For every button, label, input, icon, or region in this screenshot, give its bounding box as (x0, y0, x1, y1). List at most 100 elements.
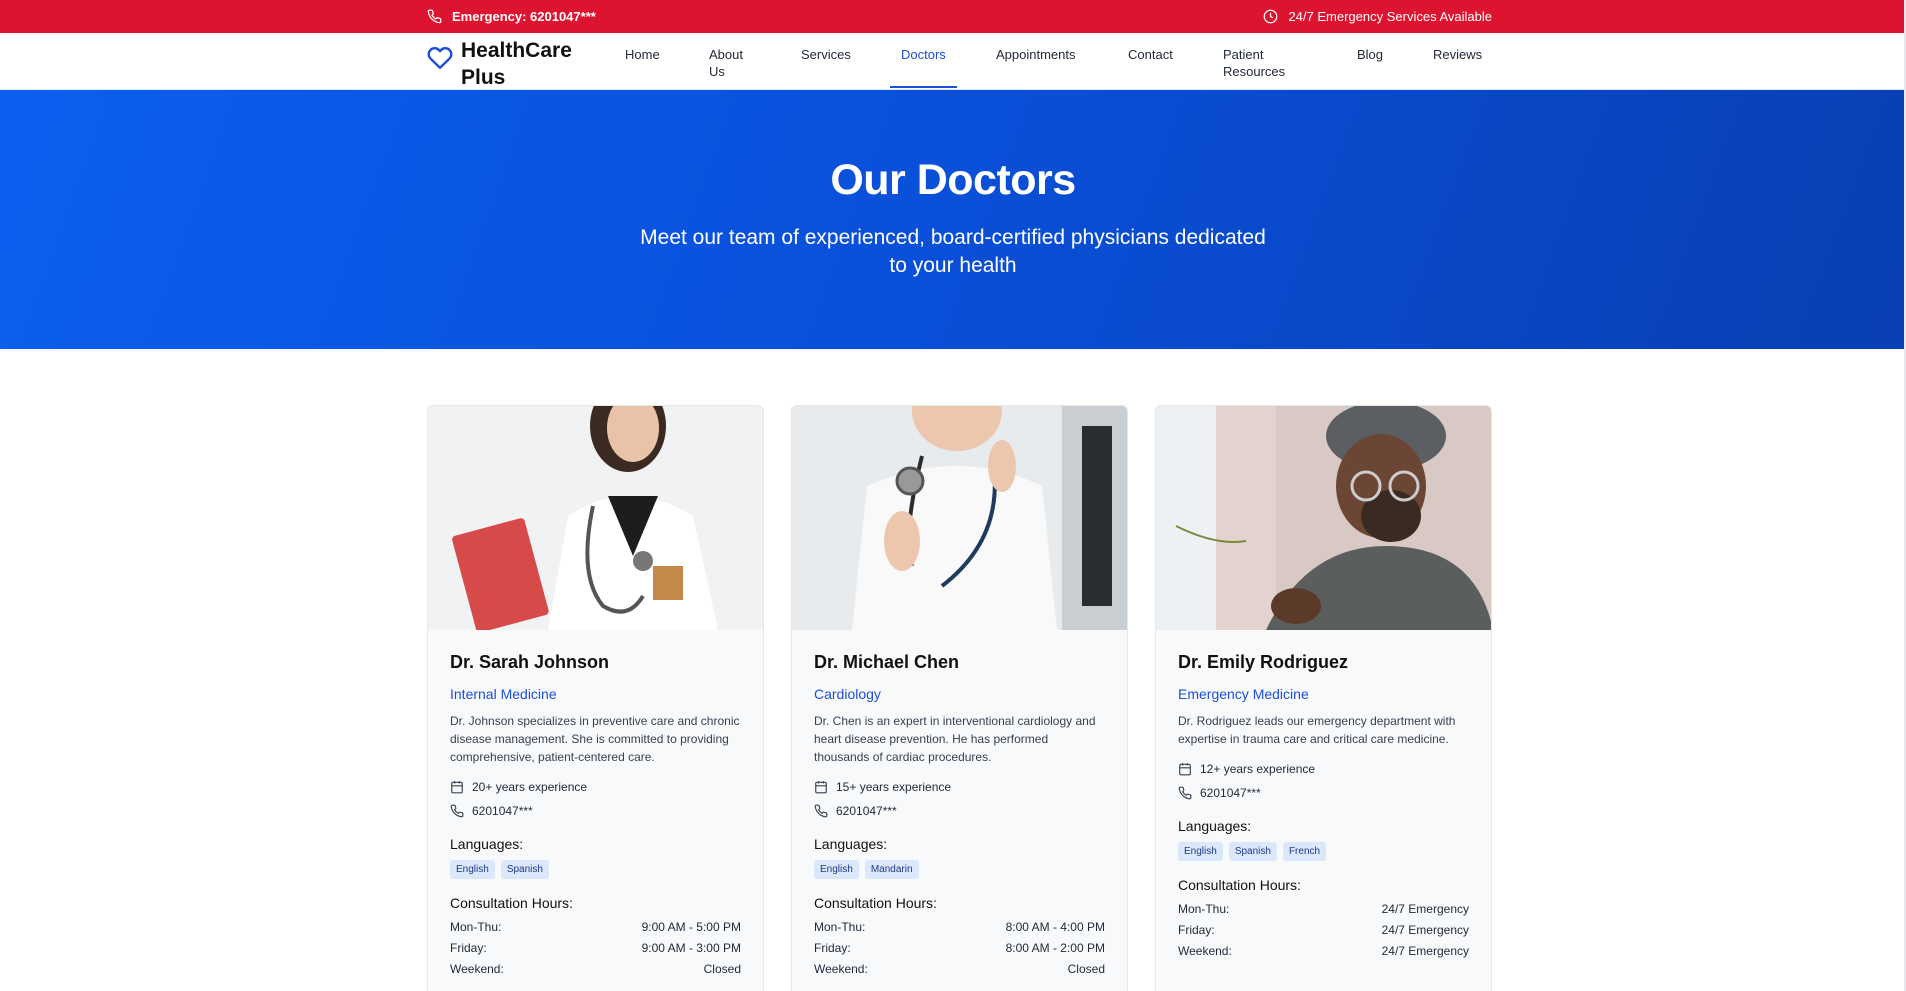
hours-heading: Consultation Hours: (450, 895, 573, 911)
experience-row: 15+ years experience (814, 778, 1105, 796)
doctor-description: Dr. Chen is an expert in interventional … (814, 714, 1096, 764)
nav-services[interactable]: Services (801, 46, 851, 63)
languages-heading: Languages: (450, 836, 524, 852)
hours-row: Mon-Thu: 8:00 AM - 4:00 PM (814, 917, 1105, 938)
brand-logo[interactable]: HealthCare Plus (427, 37, 581, 91)
hours-day: Friday: (450, 941, 487, 955)
doctor-specialty: Emergency Medicine (1178, 686, 1309, 702)
brand-name: HealthCare Plus (461, 39, 572, 89)
emergency-text: Emergency: 6201047*** (452, 9, 596, 24)
hours-time: 24/7 Emergency (1381, 902, 1469, 916)
language-tags: English Spanish (450, 860, 741, 879)
nav-doctors-label: Doctors (901, 47, 946, 62)
hours-row: Friday: 24/7 Emergency (1178, 920, 1469, 941)
hours-time: Closed (703, 962, 741, 976)
hours-row: Weekend: 24/7 Emergency (1178, 941, 1469, 962)
hours-table: Mon-Thu: 8:00 AM - 4:00 PM Friday: 8:00 AM… (814, 917, 1105, 980)
doctor-description: Dr. Johnson specializes in preventive ca… (450, 714, 740, 764)
doctor-specialty: Internal Medicine (450, 686, 557, 702)
language-tag: Spanish (1228, 842, 1277, 861)
hero-banner: Our Doctors Meet our team of experienced… (0, 90, 1906, 349)
phone-row[interactable]: 6201047*** (814, 802, 1105, 820)
phone-row[interactable]: 6201047*** (1178, 784, 1469, 802)
availability-notice: 24/7 Emergency Services Available (1263, 9, 1492, 24)
language-tag: English (450, 860, 495, 879)
phone-row[interactable]: 6201047*** (450, 802, 741, 820)
experience-text: 20+ years experience (472, 780, 588, 794)
hours-day: Mon-Thu: (450, 920, 502, 934)
nav-reviews[interactable]: Reviews (1433, 46, 1482, 63)
hours-heading: Consultation Hours: (1178, 877, 1301, 893)
doctor-photo (1156, 406, 1491, 630)
hours-row: Mon-Thu: 9:00 AM - 5:00 PM (450, 917, 741, 938)
language-tag: English (1178, 842, 1223, 861)
availability-text: 24/7 Emergency Services Available (1288, 9, 1492, 24)
hours-day: Weekend: (814, 962, 868, 976)
nav-contact[interactable]: Contact (1128, 46, 1173, 63)
hours-row: Friday: 8:00 AM - 2:00 PM (814, 938, 1105, 959)
hours-time: 24/7 Emergency (1381, 923, 1469, 937)
hours-row: Friday: 9:00 AM - 3:00 PM (450, 938, 741, 959)
hours-time: 9:00 AM - 5:00 PM (641, 920, 741, 934)
nav-patient-resources[interactable]: Patient Resources (1223, 46, 1303, 80)
hours-row: Weekend: Closed (450, 959, 741, 980)
hours-time: 24/7 Emergency (1381, 944, 1469, 958)
hours-row: Weekend: Closed (814, 959, 1105, 980)
nav-doctors[interactable]: Doctors (890, 46, 957, 88)
doctor-name: Dr. Sarah Johnson (450, 652, 610, 672)
emergency-bar: Emergency: 6201047*** 24/7 Emergency Ser… (0, 0, 1906, 33)
doctor-name: Dr. Emily Rodriguez (1178, 652, 1349, 672)
hours-time: 8:00 AM - 4:00 PM (1005, 920, 1105, 934)
hours-time: Closed (1067, 962, 1105, 976)
hours-time: 8:00 AM - 2:00 PM (1005, 941, 1105, 955)
phone-text: 6201047*** (836, 804, 897, 818)
language-tag: English (814, 860, 859, 879)
hours-heading: Consultation Hours: (814, 895, 937, 911)
doctor-card[interactable]: Dr. Michael Chen Cardiology Dr. Chen is … (791, 405, 1128, 991)
language-tag: Mandarin (864, 860, 919, 879)
experience-text: 12+ years experience (1200, 762, 1316, 776)
hours-table: Mon-Thu: 24/7 Emergency Friday: 24/7 Emerg… (1178, 899, 1469, 962)
heart-icon (427, 45, 453, 71)
language-tag: French (1282, 842, 1327, 861)
experience-row: 20+ years experience (450, 778, 741, 796)
nav-home[interactable]: Home (625, 46, 660, 63)
clock-icon (1263, 9, 1278, 24)
doctor-name: Dr. Michael Chen (814, 652, 960, 672)
calendar-icon (450, 780, 464, 794)
phone-text: 6201047*** (472, 804, 533, 818)
languages-heading: Languages: (1178, 818, 1252, 834)
emergency-phone[interactable]: Emergency: 6201047*** (427, 9, 596, 24)
hours-time: 9:00 AM - 3:00 PM (641, 941, 741, 955)
experience-row: 12+ years experience (1178, 760, 1469, 778)
nav-blog[interactable]: Blog (1357, 46, 1383, 63)
hours-day: Weekend: (450, 962, 504, 976)
languages-heading: Languages: (814, 836, 888, 852)
active-tab-indicator (890, 86, 957, 88)
hours-day: Mon-Thu: (1178, 902, 1230, 916)
phone-text: 6201047*** (1200, 786, 1261, 800)
page-title: Our Doctors (830, 156, 1076, 204)
doctor-photo (428, 406, 763, 630)
nav-appointments[interactable]: Appointments (996, 46, 1076, 63)
phone-icon (1178, 786, 1192, 800)
nav-about-us[interactable]: About Us (709, 46, 759, 80)
doctor-description: Dr. Rodriguez leads our emergency depart… (1178, 714, 1456, 746)
language-tags: English Spanish French (1178, 842, 1469, 861)
phone-icon (450, 804, 464, 818)
doctor-card[interactable]: Dr. Sarah Johnson Internal Medicine Dr. … (427, 405, 764, 991)
language-tags: English Mandarin (814, 860, 1105, 879)
calendar-icon (1178, 762, 1192, 776)
experience-text: 15+ years experience (836, 780, 952, 794)
doctor-photo (792, 406, 1127, 630)
doctor-card[interactable]: Dr. Emily Rodriguez Emergency Medicine D… (1155, 405, 1492, 991)
hours-day: Mon-Thu: (814, 920, 866, 934)
doctor-specialty: Cardiology (814, 686, 881, 702)
language-tag: Spanish (500, 860, 549, 879)
phone-icon (427, 9, 442, 24)
hours-table: Mon-Thu: 9:00 AM - 5:00 PM Friday: 9:00 AM… (450, 917, 741, 980)
hours-day: Friday: (1178, 923, 1215, 937)
main-navigation: HealthCare Plus Home About Us Services D… (0, 33, 1906, 90)
hours-day: Weekend: (1178, 944, 1232, 958)
page-subtitle: Meet our team of experienced, board-cert… (640, 226, 1266, 277)
